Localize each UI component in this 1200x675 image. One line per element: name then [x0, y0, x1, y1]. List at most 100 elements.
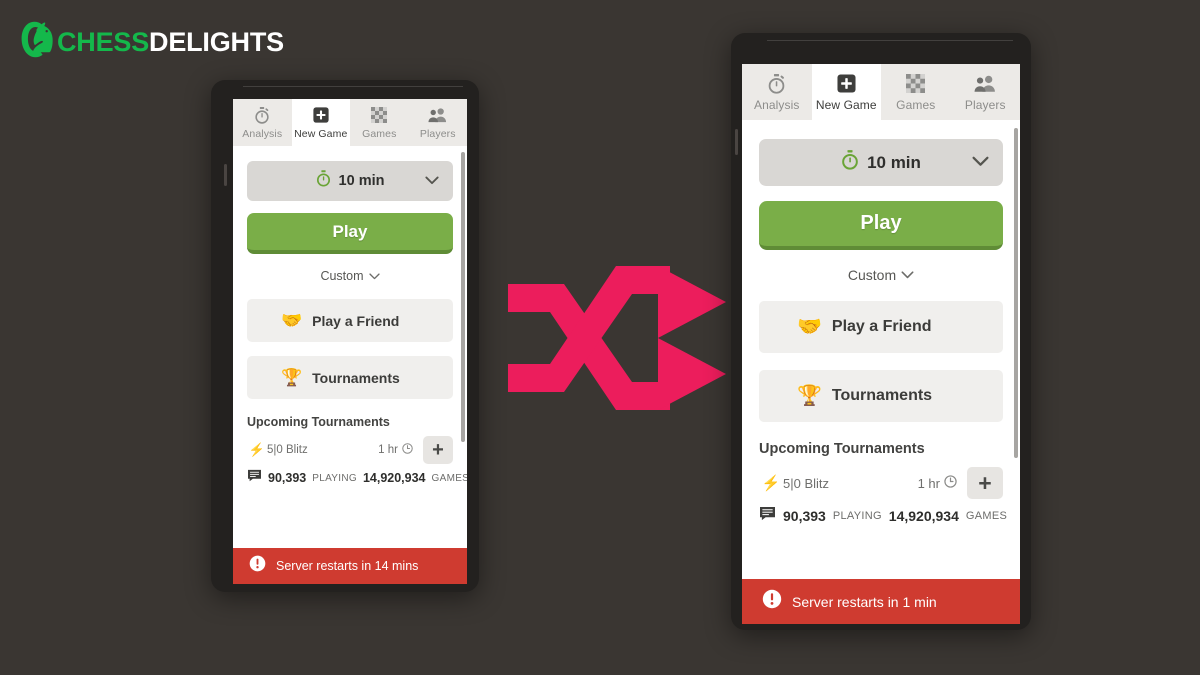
play-a-friend-button[interactable]: 🤝 Play a Friend [247, 299, 453, 342]
join-tournament-button[interactable]: + [423, 436, 453, 464]
games-count: 14,920,934 [888, 508, 959, 524]
tab-new-game[interactable]: New Game [811, 64, 881, 120]
tab-games[interactable]: Games [881, 64, 951, 120]
chevron-down-icon [425, 172, 439, 190]
clock-icon [944, 475, 957, 491]
phone-mockup-left: Analysis New Game Games Players 10 min P… [211, 80, 479, 592]
tab-players-label: Players [419, 128, 456, 140]
alert-circle-icon [249, 555, 266, 577]
tournaments-button[interactable]: 🏆 Tournaments [247, 356, 453, 399]
lightning-bolt-icon: ⚡ [761, 475, 781, 492]
players-icon [428, 106, 447, 124]
time-control-selector[interactable]: 10 min [247, 161, 453, 201]
tab-players[interactable]: Players [950, 64, 1020, 120]
vertical-scrollbar[interactable] [461, 152, 465, 442]
vertical-scrollbar[interactable] [1014, 128, 1018, 458]
server-restart-label: Server restarts in 1 min [792, 593, 937, 610]
tournaments-button[interactable]: 🏆 Tournaments [759, 370, 1003, 422]
playing-label: PLAYING [312, 472, 357, 484]
stopwatch-green-icon [841, 150, 859, 175]
tab-analysis-label: Analysis [754, 98, 800, 112]
server-restart-label: Server restarts in 14 mins [276, 559, 419, 573]
phone-side-button [735, 129, 738, 155]
tab-analysis-label: Analysis [242, 128, 283, 140]
tournament-time-label: 1 hr [378, 444, 398, 456]
tournament-time-label: 1 hr [917, 475, 940, 491]
clock-icon [402, 443, 413, 457]
tab-analysis[interactable]: Analysis [233, 99, 292, 146]
handshake-icon: 🤝 [281, 311, 303, 330]
chessboard-icon [906, 73, 926, 94]
phone-frame-highlight [243, 86, 463, 87]
handshake-icon: 🤝 [797, 316, 822, 338]
server-restart-banner[interactable]: Server restarts in 14 mins [233, 548, 467, 584]
brand-logo-text-secondary: DELIGHTS [149, 26, 284, 57]
brand-logo: CHESSDELIGHTS [20, 18, 284, 66]
stopwatch-icon [767, 73, 786, 94]
stopwatch-icon [254, 106, 270, 124]
tab-players-label: Players [964, 98, 1006, 112]
tournament-time: 1 hr [918, 475, 957, 491]
plus-square-icon [313, 106, 329, 124]
chevron-down-icon [972, 154, 989, 172]
custom-dropdown-label: Custom [320, 269, 364, 283]
games-label: GAMES [965, 510, 1008, 522]
tab-players[interactable]: Players [408, 99, 467, 146]
tab-games-label: Games [362, 128, 397, 140]
tournaments-label: Tournaments [312, 369, 400, 386]
lightning-bolt-icon: ⚡ [248, 442, 266, 457]
play-a-friend-label: Play a Friend [312, 312, 400, 329]
tab-bar: Analysis New Game Games Players [233, 99, 467, 146]
play-button[interactable]: Play [247, 213, 453, 254]
tournament-row[interactable]: ⚡ 5|0 Blitz 1 hr + [759, 465, 1003, 501]
tab-games-label: Games [896, 98, 936, 112]
upcoming-tournaments-title: Upcoming Tournaments [247, 415, 390, 429]
app-body: 10 min Play Custom 🤝 Play a Friend 🏆 Tou… [742, 120, 1020, 624]
tab-new-game-label: New Game [294, 128, 348, 140]
trophy-icon: 🏆 [797, 385, 822, 407]
chevron-down-icon [368, 267, 380, 285]
tab-new-game[interactable]: New Game [291, 99, 350, 146]
chessboard-icon [371, 106, 388, 124]
phone-frame-highlight [767, 40, 1013, 41]
chess-knight-c-logo-icon [21, 21, 53, 58]
custom-dropdown[interactable]: Custom [742, 266, 1020, 284]
tab-analysis[interactable]: Analysis [742, 64, 812, 120]
phone-side-button [224, 164, 227, 186]
players-icon [974, 73, 996, 94]
trophy-icon: 🏆 [281, 368, 303, 387]
playing-label: PLAYING [832, 510, 882, 522]
playing-count: 90,393 [268, 471, 307, 485]
chat-bubble-icon [759, 506, 776, 526]
screenshot-canvas: CHESSDELIGHTS Analysis New Game Games Pl… [0, 0, 1200, 675]
phone-screen-left: Analysis New Game Games Players 10 min P… [233, 99, 467, 584]
play-a-friend-button[interactable]: 🤝 Play a Friend [759, 301, 1003, 353]
alert-circle-icon [762, 589, 782, 614]
custom-dropdown[interactable]: Custom [233, 267, 467, 285]
tournament-time: 1 hr [378, 443, 413, 457]
join-tournament-button[interactable]: + [967, 467, 1003, 499]
time-control-value: 10 min [867, 152, 921, 172]
upcoming-tournaments-title: Upcoming Tournaments [759, 441, 925, 457]
brand-logo-text: CHESSDELIGHTS [57, 26, 284, 57]
time-control-value: 10 min [338, 173, 385, 189]
play-button[interactable]: Play [759, 201, 1003, 250]
stats-row: 90,393 PLAYING 14,920,934 GAMES [247, 469, 467, 487]
games-count: 14,920,934 [362, 471, 426, 485]
time-control-selector[interactable]: 10 min [759, 139, 1003, 186]
tournament-row[interactable]: ⚡ 5|0 Blitz 1 hr + [247, 435, 453, 465]
tab-new-game-label: New Game [815, 98, 877, 112]
stopwatch-green-icon [316, 170, 331, 192]
playing-count: 90,393 [783, 508, 826, 524]
play-a-friend-label: Play a Friend [831, 318, 932, 335]
phone-screen-right: Analysis New Game Games Players 10 min P… [742, 64, 1020, 624]
app-body: 10 min Play Custom 🤝 Play a Friend 🏆 Tou… [233, 146, 467, 584]
tab-games[interactable]: Games [350, 99, 409, 146]
phone-mockup-right: Analysis New Game Games Players 10 min P… [731, 33, 1031, 630]
chat-bubble-icon [247, 469, 262, 487]
stats-row: 90,393 PLAYING 14,920,934 GAMES [759, 506, 1007, 526]
tab-bar: Analysis New Game Games Players [742, 64, 1020, 120]
server-restart-banner[interactable]: Server restarts in 1 min [742, 579, 1020, 624]
